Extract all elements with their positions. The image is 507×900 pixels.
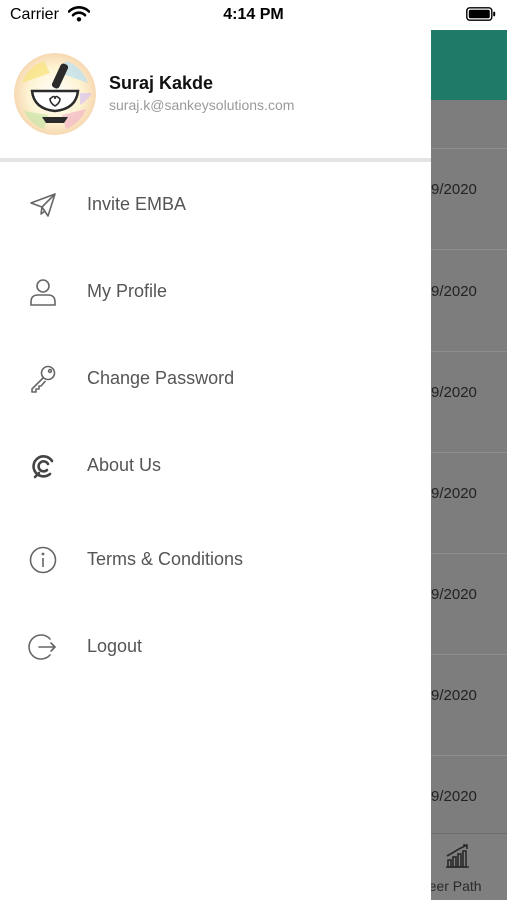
menu-label: About Us <box>87 455 162 475</box>
list-item-date: 9/2020 <box>431 283 477 300</box>
clock: 4:14 PM <box>223 6 284 23</box>
user-email: suraj.k@sankeysolutions.com <box>109 97 295 113</box>
list-item-date: 9/2020 <box>431 586 477 603</box>
menu-item-terms-conditions[interactable]: Terms & Conditions <box>0 530 431 590</box>
divider <box>431 755 507 756</box>
divider <box>431 452 507 453</box>
tab-bar: reer Path <box>431 833 507 900</box>
divider <box>431 249 507 250</box>
list-item-date: 9/2020 <box>431 181 477 198</box>
menu-item-about-us[interactable]: About Us <box>0 436 431 496</box>
logout-icon <box>28 634 56 660</box>
menu-label: Logout <box>87 636 143 656</box>
key-icon <box>31 365 56 393</box>
avatar[interactable] <box>14 53 96 135</box>
divider <box>431 148 507 149</box>
menu-label: My Profile <box>87 281 168 301</box>
user-name: Suraj Kakde <box>109 73 214 93</box>
growth-chart-icon[interactable] <box>443 843 471 869</box>
list-item-date: 9/2020 <box>431 687 477 704</box>
status-bar: Carrier 4:14 PM <box>0 0 507 30</box>
menu-item-invite-emba[interactable]: Invite EMBA <box>0 175 431 235</box>
list-item-date: 9/2020 <box>431 788 477 805</box>
divider <box>431 654 507 655</box>
user-icon <box>30 279 56 306</box>
menu-item-logout[interactable]: Logout <box>0 617 431 677</box>
about-logo-icon <box>32 455 54 479</box>
list-item-date: 9/2020 <box>431 384 477 401</box>
battery-icon <box>466 7 496 21</box>
menu-label: Invite EMBA <box>87 194 187 214</box>
tab-career-path[interactable]: reer Path <box>431 878 482 894</box>
info-icon <box>29 546 57 574</box>
divider <box>0 158 431 162</box>
app-header <box>431 28 507 100</box>
menu-item-my-profile[interactable]: My Profile <box>0 262 431 322</box>
mortar-pestle-logo-icon <box>14 53 96 135</box>
divider <box>431 553 507 554</box>
divider <box>431 351 507 352</box>
profile-header[interactable]: Suraj Kakde suraj.k@sankeysolutions.com <box>0 30 431 160</box>
list-item-date: 9/2020 <box>431 485 477 502</box>
menu-label: Terms & Conditions <box>87 549 244 569</box>
menu-item-change-password[interactable]: Change Password <box>0 349 431 409</box>
menu-label: Change Password <box>87 368 235 388</box>
background-screen[interactable]: 9/2020 9/2020 9/2020 9/2020 9/2020 9/202… <box>431 0 507 900</box>
navigation-drawer: Suraj Kakde suraj.k@sankeysolutions.com … <box>0 0 431 900</box>
send-icon <box>30 193 56 217</box>
